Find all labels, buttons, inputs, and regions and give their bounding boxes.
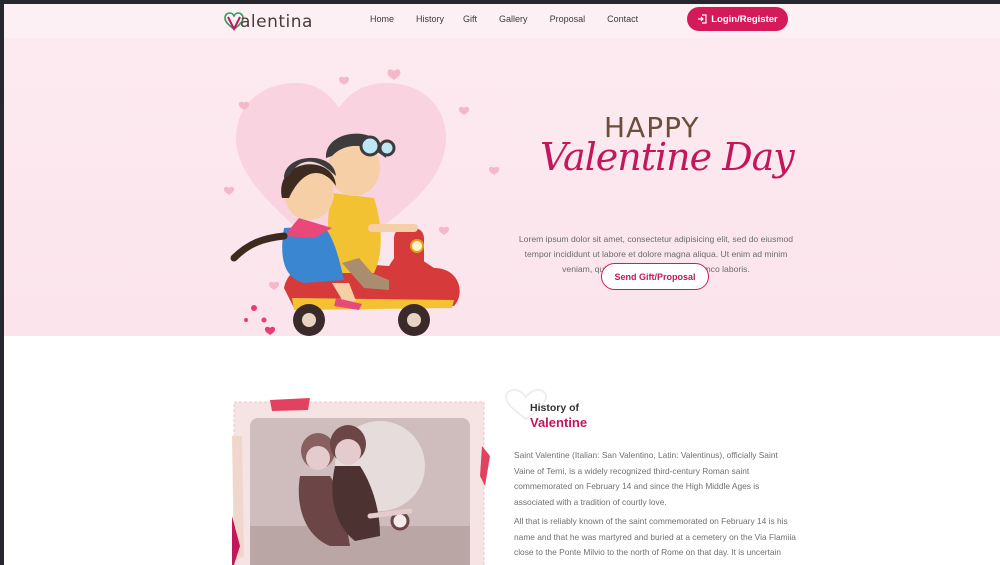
login-register-label: Login/Register bbox=[711, 13, 778, 25]
sign-in-icon bbox=[698, 14, 707, 24]
logo-text: alentina bbox=[240, 12, 313, 32]
nav-proposal[interactable]: Proposal bbox=[550, 14, 586, 24]
main-nav: Home History Gift Gallery Proposal Conta… bbox=[370, 14, 660, 24]
hero-section: HAPPY Valentine Day Lorem ipsum dolor si… bbox=[4, 38, 1000, 336]
nav-contact[interactable]: Contact bbox=[607, 14, 638, 24]
history-kicker: History of bbox=[530, 402, 580, 414]
history-vintage-photo bbox=[232, 398, 490, 565]
nav-home[interactable]: Home bbox=[370, 14, 394, 24]
nav-gift[interactable]: Gift bbox=[463, 14, 477, 24]
page: alentina Home History Gift Gallery Propo… bbox=[4, 4, 1000, 565]
history-title: Valentine bbox=[530, 415, 588, 430]
history-paragraph-1: Saint Valentine (Italian: San Valentino,… bbox=[514, 450, 778, 507]
login-register-button[interactable]: Login/Register bbox=[687, 7, 788, 31]
send-gift-proposal-button[interactable]: Send Gift/Proposal bbox=[601, 263, 709, 290]
brand-logo[interactable]: alentina bbox=[224, 10, 313, 34]
nav-history[interactable]: History bbox=[416, 14, 444, 24]
couple-scooter-illustration bbox=[223, 69, 500, 336]
nav-gallery[interactable]: Gallery bbox=[499, 14, 528, 24]
hero-title-script: Valentine Day bbox=[540, 135, 795, 179]
navbar: alentina Home History Gift Gallery Propo… bbox=[4, 4, 1000, 38]
history-paragraph-2: All that is reliably known of the saint … bbox=[514, 516, 796, 565]
